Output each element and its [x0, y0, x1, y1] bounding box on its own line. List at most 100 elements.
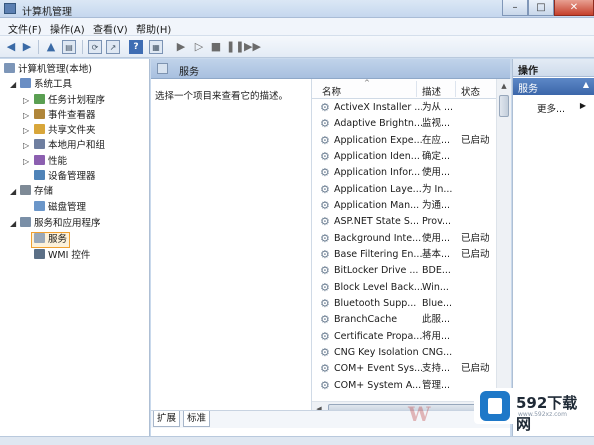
- gear-icon: ⚙: [320, 199, 330, 212]
- export-list-icon[interactable]: ↗: [106, 40, 120, 54]
- forward-arrow-icon[interactable]: ▶: [20, 40, 34, 54]
- service-row[interactable]: ⚙ BitLocker Drive ... BDE...: [312, 263, 496, 279]
- description-text: 选择一个项目来查看它的描述。: [155, 91, 289, 102]
- services-list: 名称 ^ 描述 状态 ⚙ ActiveX Installer ... 为从 ... …: [311, 79, 511, 416]
- minimize-button[interactable]: –: [502, 0, 528, 16]
- service-row[interactable]: ⚙ ASP.NET State S... Prov...: [312, 214, 496, 230]
- tree-services[interactable]: 服务: [30, 232, 71, 248]
- tree-root[interactable]: 计算机管理(本地): [4, 63, 92, 77]
- service-row[interactable]: ⚙ Application Iden... 确定...: [312, 149, 496, 165]
- gear-icon: ⚙: [320, 313, 330, 326]
- users-icon: [34, 139, 45, 149]
- services-icon: [34, 233, 45, 243]
- service-row[interactable]: ⚙ Application Expe... 在应... 已启动: [312, 133, 496, 149]
- close-button[interactable]: ✕: [554, 0, 594, 16]
- gear-icon: ⚙: [320, 330, 330, 343]
- actions-section-services[interactable]: 服务 ▲: [513, 78, 594, 95]
- wmi-icon: [34, 249, 45, 259]
- menu-help[interactable]: 帮助(H): [136, 21, 171, 36]
- service-row[interactable]: ⚙ CNG Key Isolation CNG...: [312, 345, 496, 361]
- play-icon[interactable]: ▷: [192, 40, 206, 54]
- maximize-button[interactable]: □: [528, 0, 554, 16]
- expand-arrow-icon[interactable]: ▷: [23, 109, 29, 123]
- service-row[interactable]: ⚙ Application Infor... 使用...: [312, 165, 496, 181]
- collapse-up-icon[interactable]: ▲: [583, 80, 589, 89]
- up-folder-icon[interactable]: ▲: [44, 40, 58, 54]
- collapse-arrow-icon[interactable]: ◢: [10, 217, 16, 231]
- service-row[interactable]: ⚙ COM+ Event Sys... 支持... 已启动: [312, 361, 496, 377]
- computer-icon: [4, 63, 15, 73]
- tree-device-manager[interactable]: 设备管理器: [34, 170, 96, 184]
- view-tabs: 扩展 标准: [151, 410, 510, 428]
- tree-storage[interactable]: 存储: [20, 185, 53, 199]
- tree-shared-folders[interactable]: 共享文件夹: [34, 124, 96, 138]
- vertical-scrollbar[interactable]: ▲ ▼: [496, 79, 511, 401]
- service-row[interactable]: ⚙ COM+ System A... 管理...: [312, 378, 496, 394]
- expand-arrow-icon[interactable]: ▷: [23, 155, 29, 169]
- show-hide-tree-icon[interactable]: ▤: [62, 40, 76, 54]
- tools-icon: [20, 78, 31, 88]
- expand-arrow-icon[interactable]: ▷: [23, 139, 29, 153]
- service-row[interactable]: ⚙ Bluetooth Supp... Blue...: [312, 296, 496, 312]
- expand-arrow-icon[interactable]: ▷: [23, 124, 29, 138]
- tree-event-viewer[interactable]: 事件查看器: [34, 109, 96, 123]
- start-service-icon[interactable]: ▶: [174, 40, 188, 54]
- more-actions-link[interactable]: 更多...: [537, 101, 565, 115]
- tree-system-tools[interactable]: 系统工具: [20, 78, 72, 92]
- window-title: 计算机管理: [22, 7, 72, 18]
- service-row[interactable]: ⚙ Application Man... 为通...: [312, 198, 496, 214]
- submenu-arrow-icon[interactable]: ▶: [580, 101, 586, 110]
- service-row[interactable]: ⚙ ActiveX Installer ... 为从 ...: [312, 100, 496, 116]
- gear-icon: ⚙: [320, 183, 330, 196]
- stop-service-icon[interactable]: ■: [209, 40, 223, 54]
- column-status[interactable]: 状态: [461, 84, 480, 98]
- refresh-icon[interactable]: ⟳: [88, 40, 102, 54]
- gear-icon: ⚙: [320, 297, 330, 310]
- service-row[interactable]: ⚙ Application Laye... 为 In...: [312, 182, 496, 198]
- collapse-arrow-icon[interactable]: ◢: [10, 78, 16, 92]
- tree-task-scheduler[interactable]: 任务计划程序: [34, 94, 105, 108]
- service-row[interactable]: ⚙ BranchCache 此服...: [312, 312, 496, 328]
- tree-services-apps[interactable]: 服务和应用程序: [20, 217, 101, 231]
- restart-service-icon[interactable]: ▶▶: [244, 40, 261, 54]
- column-description[interactable]: 描述: [422, 84, 441, 98]
- menu-file[interactable]: 文件(F): [8, 21, 42, 36]
- shared-folder-icon: [34, 124, 45, 134]
- collapse-arrow-icon[interactable]: ◢: [10, 185, 16, 199]
- tree-performance[interactable]: 性能: [34, 155, 67, 169]
- service-row[interactable]: ⚙ Base Filtering En... 基本... 已启动: [312, 247, 496, 263]
- status-bar: [0, 436, 594, 445]
- device-manager-icon: [34, 170, 45, 180]
- computer-management-icon: [4, 3, 16, 14]
- show-action-pane-icon[interactable]: ▦: [149, 40, 163, 54]
- pause-service-icon[interactable]: ❚❚: [226, 40, 244, 54]
- tab-standard[interactable]: 标准: [183, 411, 211, 427]
- service-row[interactable]: ⚙ Adaptive Brightn... 监视...: [312, 116, 496, 132]
- tree-wmi-control[interactable]: WMI 控件: [34, 249, 90, 263]
- services-apps-icon: [20, 217, 31, 227]
- service-row[interactable]: ⚙ Certificate Propa... 将用...: [312, 329, 496, 345]
- help-icon[interactable]: ?: [129, 40, 143, 54]
- column-divider[interactable]: [455, 81, 456, 97]
- service-row[interactable]: ⚙ Block Level Back... Win...: [312, 280, 496, 296]
- actions-header: 操作: [513, 59, 594, 77]
- toolbar: ◀ ▶ ▲ ▤ ⟳ ↗ ? ▦ ▶ ▷ ■ ❚❚ ▶▶: [0, 36, 594, 58]
- service-row[interactable]: ⚙ Background Inte... 使用... 已启动: [312, 231, 496, 247]
- navigation-tree: 计算机管理(本地) ◢ 系统工具 ▷ 任务计划程序 ▷ 事件查看器 ▷ 共享文件…: [0, 59, 150, 436]
- back-arrow-icon[interactable]: ◀: [4, 40, 18, 54]
- menu-action[interactable]: 操作(A): [50, 21, 85, 36]
- tab-extended[interactable]: 扩展: [153, 411, 181, 427]
- column-name[interactable]: 名称: [322, 84, 341, 98]
- logo-mark-icon: [480, 391, 510, 421]
- scroll-up-arrow-icon[interactable]: ▲: [497, 79, 511, 93]
- menu-bar: 文件(F) 操作(A) 查看(V) 帮助(H): [0, 18, 594, 36]
- scroll-thumb[interactable]: [499, 95, 509, 117]
- site-logo: 592下载网 www.592xz.com: [474, 388, 588, 433]
- title-bar: 计算机管理 – □ ✕: [0, 0, 594, 18]
- menu-view[interactable]: 查看(V): [93, 21, 128, 36]
- tree-disk-management[interactable]: 磁盘管理: [34, 201, 86, 215]
- tree-local-users[interactable]: 本地用户和组: [34, 139, 105, 153]
- column-divider[interactable]: [416, 81, 417, 97]
- expand-arrow-icon[interactable]: ▷: [23, 94, 29, 108]
- gear-icon: ⚙: [320, 248, 330, 261]
